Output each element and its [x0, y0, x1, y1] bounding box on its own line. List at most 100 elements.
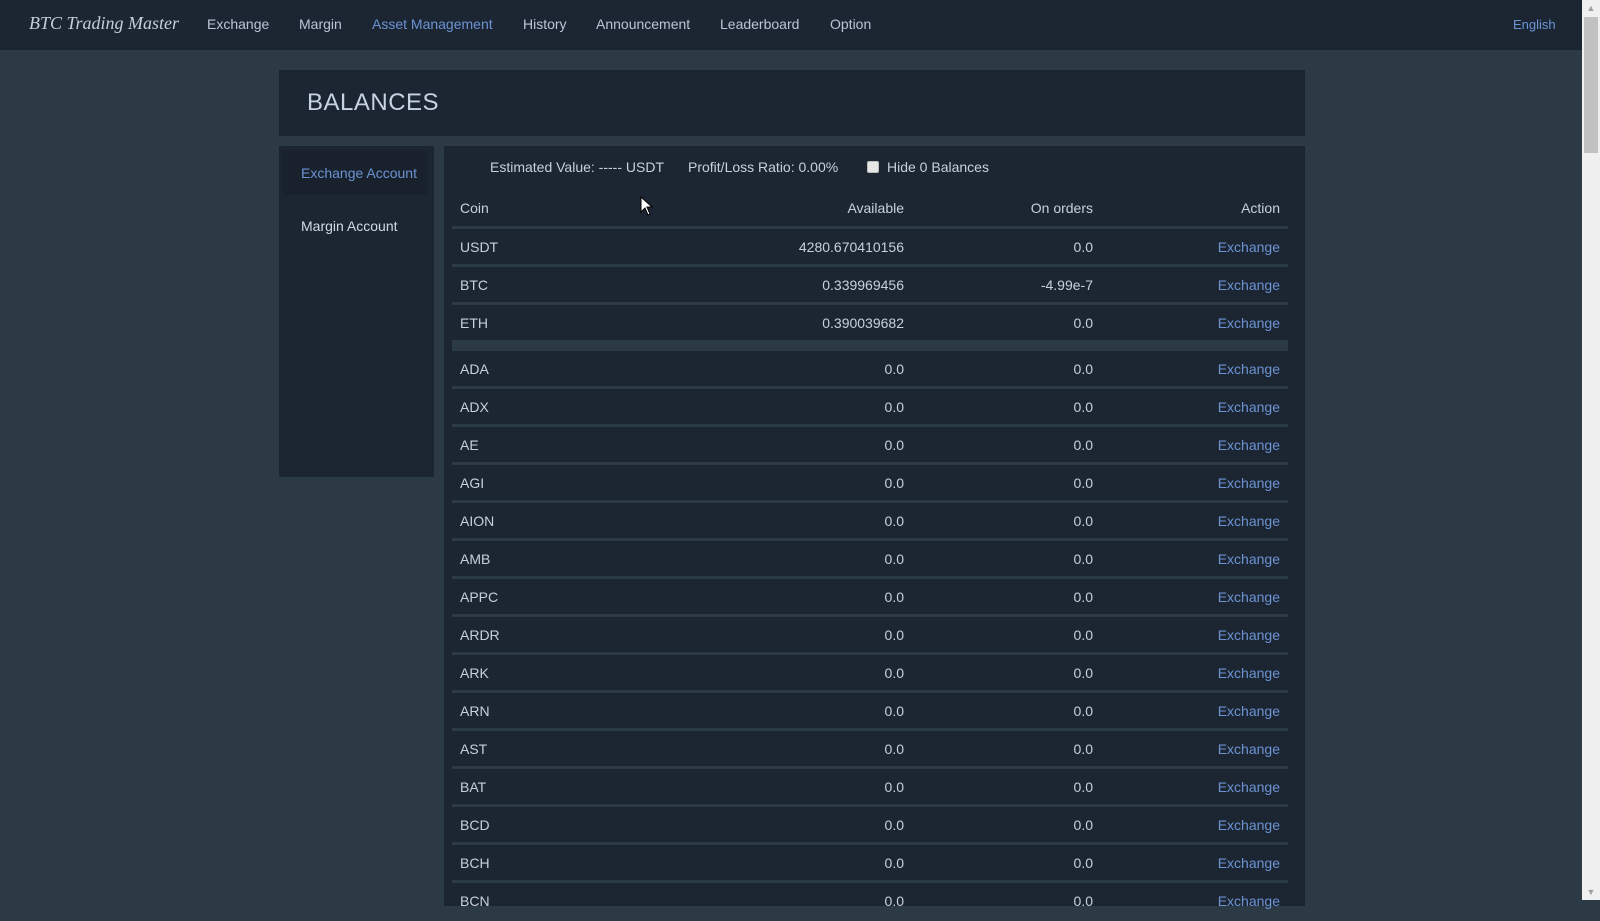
exchange-link[interactable]: Exchange — [1218, 503, 1280, 539]
exchange-link[interactable]: Exchange — [1218, 389, 1280, 425]
coin-cell: BCH — [460, 855, 490, 871]
table-row: ARK 0.0 0.0 Exchange — [452, 655, 1288, 693]
available-cell: 0.0 — [884, 703, 904, 719]
nav-margin[interactable]: Margin — [299, 16, 342, 32]
coin-cell: BCD — [460, 817, 490, 833]
on-orders-cell: -4.99e-7 — [1040, 277, 1093, 293]
coin-cell: ETH — [460, 315, 488, 331]
table-row: ARN 0.0 0.0 Exchange — [452, 693, 1288, 731]
balances-panel: Estimated Value: ----- USDT Profit/Loss … — [444, 146, 1305, 921]
nav-announcement[interactable]: Announcement — [596, 16, 690, 32]
table-row: BCH 0.0 0.0 Exchange — [452, 845, 1288, 883]
on-orders-cell: 0.0 — [1073, 437, 1093, 453]
table-row: USDT 4280.670410156 0.0 Exchange — [452, 229, 1288, 267]
on-orders-cell: 0.0 — [1073, 589, 1093, 605]
on-orders-cell: 0.0 — [1073, 399, 1093, 415]
header-coin[interactable]: Coin — [460, 186, 489, 230]
exchange-link[interactable]: Exchange — [1218, 427, 1280, 463]
available-cell: 0.0 — [884, 665, 904, 681]
estimated-value: Estimated Value: ----- USDT — [490, 159, 664, 175]
exchange-link[interactable]: Exchange — [1218, 807, 1280, 843]
available-cell: 0.0 — [884, 589, 904, 605]
coin-cell: AION — [460, 513, 495, 529]
table-row: AE 0.0 0.0 Exchange — [452, 427, 1288, 465]
hide-zero-balances-label[interactable]: Hide 0 Balances — [887, 159, 989, 175]
on-orders-cell: 0.0 — [1073, 361, 1093, 377]
exchange-link[interactable]: Exchange — [1218, 579, 1280, 615]
table-row: AST 0.0 0.0 Exchange — [452, 731, 1288, 769]
coin-cell: ADX — [460, 399, 489, 415]
exchange-link[interactable]: Exchange — [1218, 465, 1280, 501]
language-selector[interactable]: English — [1513, 17, 1556, 32]
on-orders-cell: 0.0 — [1073, 665, 1093, 681]
table-row: AMB 0.0 0.0 Exchange — [452, 541, 1288, 579]
header-on-orders[interactable]: On orders — [1031, 186, 1093, 230]
available-cell: 0.0 — [884, 361, 904, 377]
exchange-link[interactable]: Exchange — [1218, 731, 1280, 767]
available-cell: 0.0 — [884, 513, 904, 529]
exchange-link[interactable]: Exchange — [1218, 693, 1280, 729]
other-rows: ADA 0.0 0.0 Exchange ADX 0.0 0.0 Exchange AE 0.0 0… — [452, 351, 1288, 921]
table-row: BCD 0.0 0.0 Exchange — [452, 807, 1288, 845]
profit-loss-ratio: Profit/Loss Ratio: 0.00% — [688, 159, 839, 175]
scroll-up-arrow-icon[interactable]: ▲ — [1582, 0, 1600, 16]
coin-cell: AGI — [460, 475, 485, 491]
coin-cell: USDT — [460, 239, 499, 255]
nav-asset-management[interactable]: Asset Management — [372, 16, 493, 32]
account-sidebar: Exchange Account Margin Account — [279, 146, 434, 477]
table-row: BAT 0.0 0.0 Exchange — [452, 769, 1288, 807]
coin-cell: APPC — [460, 589, 499, 605]
exchange-link[interactable]: Exchange — [1218, 845, 1280, 881]
table-row: AGI 0.0 0.0 Exchange — [452, 465, 1288, 503]
primary-rows: USDT 4280.670410156 0.0 Exchange BTC 0.339969… — [452, 229, 1288, 343]
balances-table: Coin Available On orders Action USDT 4280… — [452, 186, 1288, 921]
coin-cell: AE — [460, 437, 479, 453]
sidebar-item-margin-account[interactable]: Margin Account — [282, 204, 428, 248]
available-cell: 0.0 — [884, 399, 904, 415]
on-orders-cell: 0.0 — [1073, 551, 1093, 567]
coin-cell: BTC — [460, 277, 488, 293]
hide-zero-balances-checkbox[interactable] — [867, 161, 879, 173]
available-cell: 0.0 — [884, 817, 904, 833]
exchange-link[interactable]: Exchange — [1218, 267, 1280, 303]
nav-exchange[interactable]: Exchange — [207, 16, 269, 32]
table-header: Coin Available On orders Action — [452, 186, 1288, 229]
mouse-cursor-icon — [640, 195, 654, 216]
table-row: APPC 0.0 0.0 Exchange — [452, 579, 1288, 617]
exchange-link[interactable]: Exchange — [1218, 541, 1280, 577]
on-orders-cell: 0.0 — [1073, 513, 1093, 529]
scroll-thumb[interactable] — [1584, 17, 1598, 153]
exchange-link[interactable]: Exchange — [1218, 351, 1280, 387]
exchange-link[interactable]: Exchange — [1218, 617, 1280, 653]
available-cell: 0.0 — [884, 475, 904, 491]
coin-cell: AMB — [460, 551, 491, 567]
table-row: BCN 0.0 0.0 Exchange — [452, 883, 1288, 921]
page-title: BALANCES — [307, 89, 440, 116]
exchange-link[interactable]: Exchange — [1218, 769, 1280, 805]
sidebar-item-exchange-account[interactable]: Exchange Account — [282, 151, 428, 195]
available-cell: 4280.670410156 — [798, 239, 904, 255]
exchange-link[interactable]: Exchange — [1218, 655, 1280, 691]
exchange-link[interactable]: Exchange — [1218, 305, 1280, 341]
coin-cell: ARN — [460, 703, 490, 719]
coin-cell: BCN — [460, 893, 490, 909]
exchange-link[interactable]: Exchange — [1218, 883, 1280, 919]
table-row: ARDR 0.0 0.0 Exchange — [452, 617, 1288, 655]
available-cell: 0.0 — [884, 893, 904, 909]
on-orders-cell: 0.0 — [1073, 779, 1093, 795]
on-orders-cell: 0.0 — [1073, 741, 1093, 757]
brand-logo[interactable]: BTC Trading Master — [29, 13, 179, 34]
coin-cell: ARK — [460, 665, 489, 681]
table-row: AION 0.0 0.0 Exchange — [452, 503, 1288, 541]
coin-cell: ARDR — [460, 627, 500, 643]
scroll-down-arrow-icon[interactable]: ▼ — [1582, 884, 1600, 900]
header-available[interactable]: Available — [847, 186, 904, 230]
coin-cell: ADA — [460, 361, 489, 377]
nav-leaderboard[interactable]: Leaderboard — [720, 16, 799, 32]
on-orders-cell: 0.0 — [1073, 315, 1093, 331]
nav-history[interactable]: History — [523, 16, 567, 32]
exchange-link[interactable]: Exchange — [1218, 229, 1280, 265]
nav-option[interactable]: Option — [830, 16, 871, 32]
available-cell: 0.0 — [884, 437, 904, 453]
page-scrollbar[interactable]: ▲ ▼ — [1582, 0, 1600, 900]
